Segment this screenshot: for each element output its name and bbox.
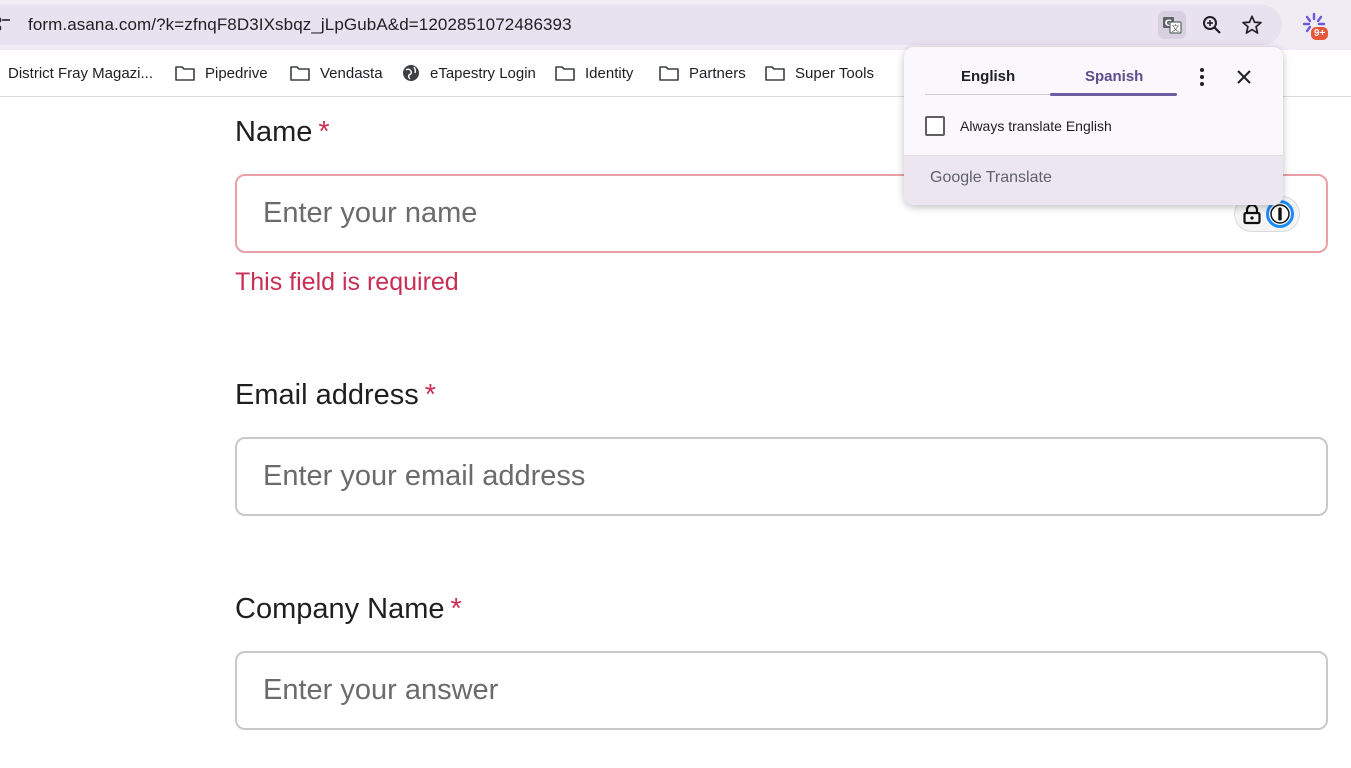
- required-asterisk: *: [450, 593, 462, 625]
- bookmark-identity[interactable]: Identity: [555, 62, 633, 84]
- bookmark-partners[interactable]: Partners: [659, 62, 746, 84]
- browser-toolbar: form.asana.com/?k=zfnqF8D3IXsbqz_jLpGubA…: [0, 0, 1351, 50]
- folder-icon: [555, 66, 575, 81]
- always-translate-label: Always translate English: [960, 118, 1112, 134]
- close-popup-button[interactable]: [1234, 67, 1254, 87]
- lock-icon: [1242, 203, 1261, 225]
- extension-badge: 9+: [1311, 27, 1329, 40]
- bookmark-label: Pipedrive: [205, 64, 268, 82]
- bookmark-etapestry-login[interactable]: eTapestry Login: [402, 62, 536, 84]
- bookmark-label: eTapestry Login: [430, 64, 536, 82]
- bookmark-label: Identity: [585, 64, 634, 82]
- globe-icon: [403, 65, 419, 81]
- site-settings-icon[interactable]: [0, 16, 10, 32]
- bookmark-label: Super Tools: [795, 64, 874, 82]
- required-asterisk: *: [318, 116, 330, 148]
- folder-icon: [290, 66, 310, 81]
- always-translate-checkbox[interactable]: [925, 116, 945, 136]
- name-error-message: This field is required: [235, 268, 459, 296]
- required-asterisk: *: [424, 379, 437, 411]
- bookmark-vendasta[interactable]: Vendasta: [290, 62, 383, 84]
- email-label: Email address *: [235, 379, 437, 411]
- company-name-input[interactable]: [235, 651, 1328, 730]
- bookmark-star-button[interactable]: [1239, 12, 1265, 38]
- active-tab-indicator: [1050, 93, 1177, 96]
- more-options-button[interactable]: [1194, 66, 1210, 88]
- bookmark-label: Partners: [689, 64, 746, 82]
- bookmark-super-tools[interactable]: Super Tools: [765, 62, 874, 84]
- name-label: Name *: [235, 116, 330, 148]
- folder-icon: [659, 66, 679, 81]
- tab-english[interactable]: English: [961, 68, 1015, 85]
- folder-icon: [765, 66, 785, 81]
- zoom-button[interactable]: [1199, 12, 1225, 38]
- tab-spanish[interactable]: Spanish: [1085, 68, 1143, 85]
- bookmark-district-fray[interactable]: District Fray Magazi...: [8, 62, 153, 84]
- more-vertical-icon: [1200, 68, 1204, 86]
- email-input[interactable]: [235, 437, 1328, 516]
- translate-popup: English Spanish Always translate English…: [904, 47, 1283, 205]
- url-text[interactable]: form.asana.com/?k=zfnqF8D3IXsbqz_jLpGubA…: [28, 15, 572, 35]
- folder-icon: [175, 66, 195, 81]
- zoom-in-icon: [1203, 16, 1221, 34]
- bookmark-label: District Fray Magazi...: [8, 64, 154, 82]
- translate-icon: G 文: [1163, 17, 1182, 34]
- bookmark-pipedrive[interactable]: Pipedrive: [175, 62, 268, 84]
- svg-text:文: 文: [1172, 23, 1180, 33]
- translate-footer: Google Translate: [904, 155, 1283, 205]
- translate-page-button[interactable]: G 文: [1158, 11, 1186, 39]
- google-translate-logo: Google Translate: [930, 169, 1052, 186]
- bookmark-label: Vendasta: [320, 64, 383, 82]
- star-icon: [1242, 15, 1262, 34]
- company-name-label: Company Name *: [235, 593, 462, 625]
- close-icon: [1237, 70, 1251, 84]
